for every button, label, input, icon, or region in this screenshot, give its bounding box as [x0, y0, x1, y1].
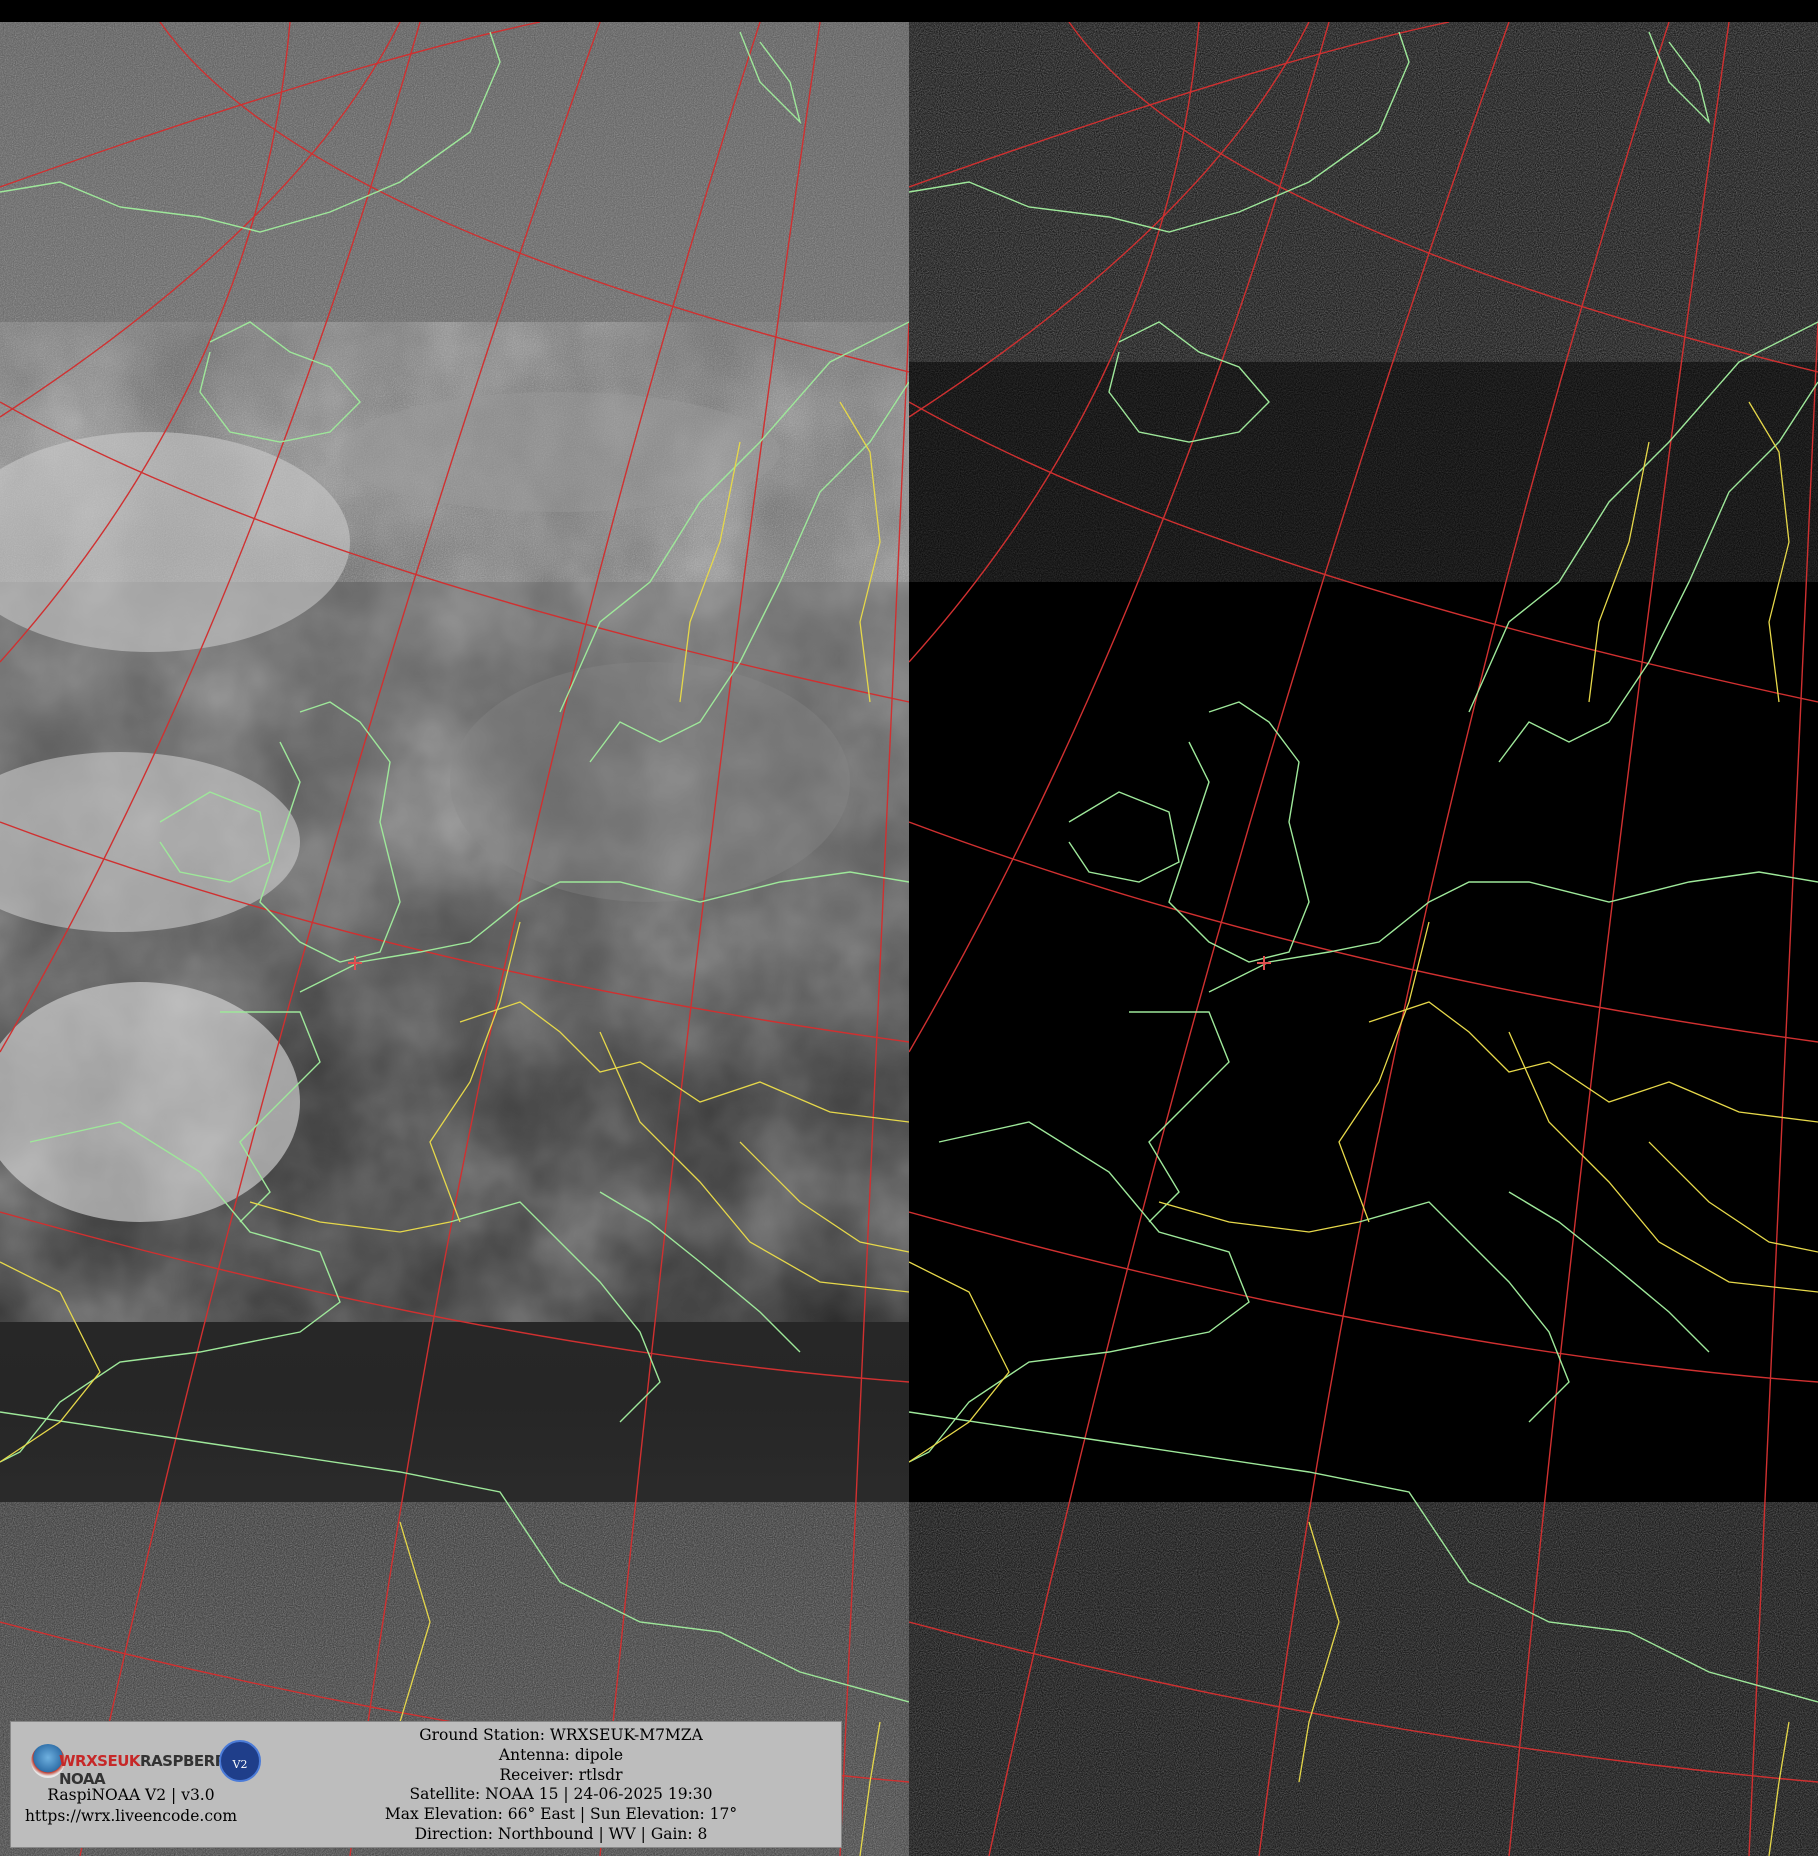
- satellite-image-right-panel: [909, 22, 1818, 1856]
- app-version: RaspiNOAA V2 | v3.0: [47, 1786, 215, 1804]
- app-url: https://wrx.liveencode.com: [24, 1807, 238, 1825]
- logo-text-wrxseuk: WRXSEUK: [59, 1752, 141, 1770]
- elevation-info: Max Elevation: 66° East | Sun Elevation:…: [384, 1805, 738, 1824]
- top-black-bar: [0, 0, 1818, 22]
- antenna: Antenna: dipole: [498, 1745, 624, 1764]
- logo-badge: V2: [232, 1758, 248, 1771]
- raspberry-noaa-logo-icon: WRXSEUKRASPBERRY-NOAA V2: [31, 1740, 281, 1788]
- cloud-mass: [340, 392, 780, 512]
- noise-band: [909, 362, 1818, 582]
- satellite-icon: V2: [219, 1740, 261, 1782]
- noise-bottom: [909, 1502, 1818, 1856]
- pass-info-overlay: WRXSEUKRASPBERRY-NOAA V2 RaspiNOAA V2 | …: [10, 1721, 842, 1848]
- direction-info: Direction: Northbound | WV | Gain: 8: [414, 1824, 708, 1843]
- receiver: Receiver: rtlsdr: [499, 1765, 623, 1784]
- pass-details: Ground Station: WRXSEUK-M7MZA Antenna: d…: [261, 1726, 861, 1845]
- satellite-image-left-panel: [0, 22, 909, 1856]
- satellite-pass: Satellite: NOAA 15 | 24-06-2025 19:30: [409, 1785, 713, 1804]
- noise-top: [909, 22, 1818, 362]
- ground-station: Ground Station: WRXSEUK-M7MZA: [419, 1726, 703, 1744]
- satellite-map-left: [0, 22, 909, 1856]
- satellite-map-right: [909, 22, 1818, 1856]
- cloud-mass: [450, 662, 850, 902]
